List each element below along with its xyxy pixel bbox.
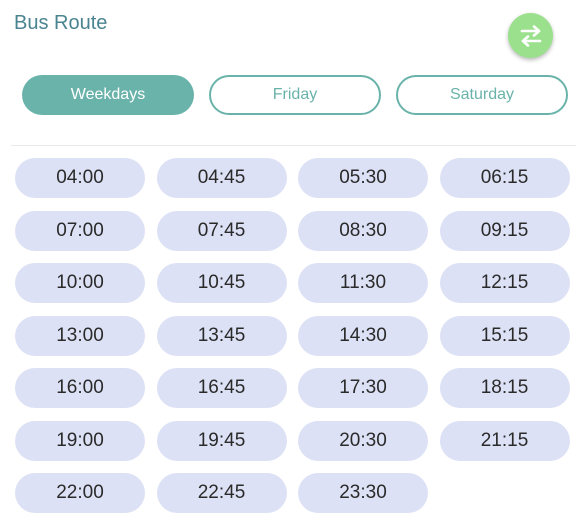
page-title: Bus Route: [14, 12, 108, 34]
time-slot[interactable]: 19:00: [15, 420, 145, 461]
tab-friday[interactable]: Friday: [209, 75, 381, 115]
time-slot[interactable]: 08:30: [298, 210, 428, 251]
time-slot[interactable]: 13:45: [156, 315, 287, 356]
time-slot[interactable]: 21:15: [439, 420, 570, 461]
time-slot[interactable]: 19:45: [156, 420, 287, 461]
time-slot[interactable]: 20:30: [298, 420, 428, 461]
time-slot[interactable]: 05:30: [298, 158, 428, 198]
schedule-tabs: Weekdays Friday Saturday: [22, 75, 568, 115]
time-slot[interactable]: 07:45: [156, 210, 287, 251]
time-slot[interactable]: 11:30: [298, 263, 428, 303]
time-slot[interactable]: 06:15: [439, 158, 570, 198]
time-slot[interactable]: 10:45: [156, 263, 287, 303]
divider: [11, 145, 576, 146]
time-slot[interactable]: 10:00: [15, 263, 145, 303]
time-slot[interactable]: 15:15: [439, 315, 570, 356]
departure-times-grid: 04:00 04:45 05:30 06:15 07:00 07:45 08:3…: [15, 158, 570, 513]
time-slot[interactable]: 04:00: [15, 158, 145, 198]
time-slot[interactable]: 07:00: [15, 210, 145, 251]
time-slot[interactable]: 18:15: [439, 368, 570, 408]
time-slot[interactable]: 22:45: [156, 473, 287, 513]
time-slot[interactable]: 16:45: [156, 368, 287, 408]
time-slot[interactable]: 04:45: [156, 158, 287, 198]
tab-weekdays[interactable]: Weekdays: [22, 75, 194, 115]
tab-saturday[interactable]: Saturday: [396, 75, 568, 115]
time-slot[interactable]: 14:30: [298, 315, 428, 356]
time-slot[interactable]: 23:30: [298, 473, 428, 513]
time-slot[interactable]: 13:00: [15, 315, 145, 356]
time-slot[interactable]: 09:15: [439, 210, 570, 251]
time-slot[interactable]: 17:30: [298, 368, 428, 408]
time-slot[interactable]: 12:15: [439, 263, 570, 303]
swap-arrows-icon: [520, 24, 541, 47]
time-slot[interactable]: 22:00: [15, 473, 145, 513]
time-slot[interactable]: 16:00: [15, 368, 145, 408]
swap-direction-button[interactable]: [508, 13, 553, 58]
